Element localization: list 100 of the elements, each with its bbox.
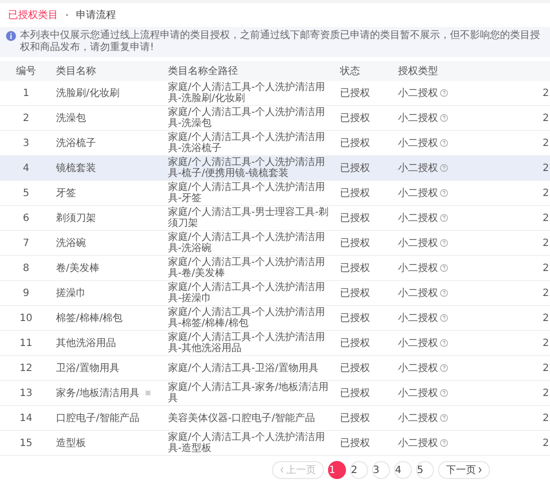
help-icon[interactable] (440, 264, 448, 272)
help-icon[interactable] (440, 289, 448, 297)
page-button[interactable]: 5 (416, 461, 434, 479)
category-name: 卫浴/置物用具 (56, 362, 120, 374)
auth-type: 小二授权 (398, 138, 438, 148)
table-row[interactable]: 1 洗脸刷/化妆刷 家庭/个人清洁工具-个人洗护清洁用具-洗脸刷/化妆刷 已授权 小二授权 2 (0, 81, 550, 106)
table-row[interactable]: 6 剃须刀架 家庭/个人清洁工具-男士理容工具-剃须刀架 已授权 小二授权 2 (0, 206, 550, 230)
row-number: 7 (22, 238, 30, 248)
category-name: 洗脸刷/化妆刷 (56, 88, 120, 98)
category-path: 家庭/个人清洁工具-个人洗护清洁用具-其他洗浴用品 (168, 332, 325, 354)
category-name: 剃须刀架 (56, 212, 96, 224)
status-text: 已授权 (340, 212, 370, 224)
table-cell: 2 (542, 288, 549, 298)
help-icon[interactable] (440, 389, 448, 397)
row-number: 4 (22, 162, 30, 174)
page-button[interactable]: 4 (394, 461, 412, 479)
table-cell: 2 (542, 438, 549, 448)
table-row[interactable]: 11 其他洗浴用品 家庭/个人清洁工具-个人洗护清洁用具-其他洗浴用品 已授权 小二授权 2 (0, 330, 550, 356)
help-icon[interactable] (440, 439, 448, 447)
table-row[interactable]: 2 洗澡包 家庭/个人清洁工具-个人洗护清洁用具-洗澡包 已授权 小二授权 2 (0, 106, 550, 130)
category-path: 家庭/个人清洁工具-个人洗护清洁用具-棉签/棉棒/棉包 (168, 307, 325, 329)
category-path: 家庭/个人清洁工具-个人洗护清洁用具-卷/美发棒 (168, 257, 325, 279)
table-row[interactable]: 3 洗浴梳子 家庭/个人清洁工具-个人洗护清洁用具-洗浴梳子 已授权 小二授权 2 (0, 130, 550, 156)
table-row[interactable]: 15 造型板 家庭/个人清洁工具-个人洗护清洁用具-造型板 已授权 小二授权 2 (0, 430, 550, 456)
column-header: 状态 (336, 61, 394, 81)
category-name: 洗浴梳子 (56, 138, 96, 148)
category-path: 家庭/个人清洁工具-个人洗护清洁用具-洗浴梳子 (168, 132, 325, 154)
row-number: 13 (20, 388, 32, 398)
category-path: 家庭/个人清洁工具-个人洗护清洁用具-洗脸刷/化妆刷 (168, 82, 325, 104)
category-name: 洗澡包 (56, 112, 86, 124)
status-text: 已授权 (340, 438, 370, 448)
table-cell: 2 (542, 362, 549, 374)
auth-type: 小二授权 (398, 288, 438, 298)
help-icon[interactable] (440, 414, 448, 422)
auth-type: 小二授权 (398, 88, 438, 98)
table-cell: 2 (542, 388, 549, 398)
category-name: 家务/地板清洁用具 (56, 388, 140, 398)
auth-type: 小二授权 (398, 388, 438, 398)
tab[interactable]: 已授权类目 (8, 8, 58, 22)
table-cell: 2 (542, 412, 549, 424)
list-icon[interactable] (145, 390, 152, 396)
row-number: 12 (20, 362, 32, 374)
category-name: 洗浴碗 (56, 238, 86, 248)
row-number: 11 (20, 338, 32, 348)
auth-type: 小二授权 (398, 438, 438, 448)
help-icon[interactable] (440, 239, 448, 247)
tab[interactable]: 申请流程 (76, 8, 116, 22)
chevron-left-icon (280, 467, 284, 473)
table-row[interactable]: 7 洗浴碗 家庭/个人清洁工具-个人洗护清洁用具-洗浴碗 已授权 小二授权 2 (0, 230, 550, 256)
auth-type: 小二授权 (398, 362, 438, 374)
category-path: 家庭/个人清洁工具-男士理容工具-剃须刀架 (168, 207, 329, 229)
auth-type: 小二授权 (398, 338, 438, 348)
page-button[interactable]: 3 (372, 461, 390, 479)
help-icon[interactable] (440, 314, 448, 322)
table-cell: 2 (542, 88, 549, 98)
table-row[interactable]: 13 家务/地板清洁用具 家庭/个人清洁工具-家务/地板清洁用具 已授权 小二授权 2 (0, 380, 550, 406)
category-name: 牙签 (56, 188, 76, 198)
table-row[interactable]: 9 搓澡巾 家庭/个人清洁工具-个人洗护清洁用具-搓澡巾 已授权 小二授权 2 (0, 280, 550, 306)
page-button[interactable]: 1 (328, 461, 346, 479)
table-cell: 2 (542, 312, 549, 324)
notice-text: 本列表中仅展示您通过线上流程申请的类目授权，之前通过线下邮寄资质已申请的类目暂不展示，但不影响您的类目授权和商品发布，请勿重复申请! (20, 30, 541, 54)
next-page-button[interactable]: 下一页 (438, 461, 490, 479)
auth-type: 小二授权 (398, 312, 438, 324)
table-row[interactable]: 5 牙签 家庭/个人清洁工具-个人洗护清洁用具-牙签 已授权 小二授权 2 (0, 180, 550, 206)
category-path: 家庭/个人清洁工具-个人洗护清洁用具-造型板 (168, 432, 325, 454)
table-row[interactable]: 10 棉签/棉棒/棉包 家庭/个人清洁工具-个人洗护清洁用具-棉签/棉棒/棉包 已授权 小二授权 2 (0, 306, 550, 330)
table-cell: 2 (542, 338, 549, 348)
category-path: 家庭/个人清洁工具-个人洗护清洁用具-洗澡包 (168, 107, 325, 129)
status-text: 已授权 (340, 388, 370, 398)
help-icon[interactable] (440, 214, 448, 222)
row-number: 8 (22, 262, 30, 274)
category-name: 搓澡巾 (56, 288, 86, 298)
help-icon[interactable] (440, 114, 448, 122)
auth-type: 小二授权 (398, 412, 438, 424)
category-path: 家庭/个人清洁工具-家务/地板清洁用具 (168, 382, 328, 404)
status-text: 已授权 (340, 112, 370, 124)
column-header: 类目名称全路径 (164, 61, 336, 81)
row-number: 1 (22, 88, 30, 98)
status-text: 已授权 (340, 138, 370, 148)
help-icon[interactable] (440, 364, 448, 372)
status-text: 已授权 (340, 88, 370, 98)
help-icon[interactable] (440, 164, 448, 172)
auth-type: 小二授权 (398, 112, 438, 124)
help-icon[interactable] (440, 89, 448, 97)
category-path: 家庭/个人清洁工具-个人洗护清洁用具-梳子/便携用镜-镜梳套装 (168, 157, 325, 179)
help-icon[interactable] (440, 339, 448, 347)
table-cell: 2 (542, 238, 549, 248)
table-row[interactable]: 14 口腔电子/智能产品 美容美体仪器-口腔电子/智能产品 已授权 小二授权 2 (0, 406, 550, 430)
table-row[interactable]: 12 卫浴/置物用具 家庭/个人清洁工具-卫浴/置物用具 已授权 小二授权 2 (0, 356, 550, 380)
category-name: 其他洗浴用品 (56, 338, 116, 348)
help-icon[interactable] (440, 139, 448, 147)
status-text: 已授权 (340, 188, 370, 198)
page-button[interactable]: 2 (350, 461, 368, 479)
chevron-right-icon (478, 467, 482, 473)
help-icon[interactable] (440, 189, 448, 197)
category-name: 卷/美发棒 (56, 262, 100, 274)
category-path: 家庭/个人清洁工具-个人洗护清洁用具-洗浴碗 (168, 232, 325, 254)
table-row[interactable]: 8 卷/美发棒 家庭/个人清洁工具-个人洗护清洁用具-卷/美发棒 已授权 小二授权 2 (0, 256, 550, 280)
category-path: 家庭/个人清洁工具-个人洗护清洁用具-搓澡巾 (168, 282, 325, 304)
row-number: 2 (22, 112, 30, 124)
